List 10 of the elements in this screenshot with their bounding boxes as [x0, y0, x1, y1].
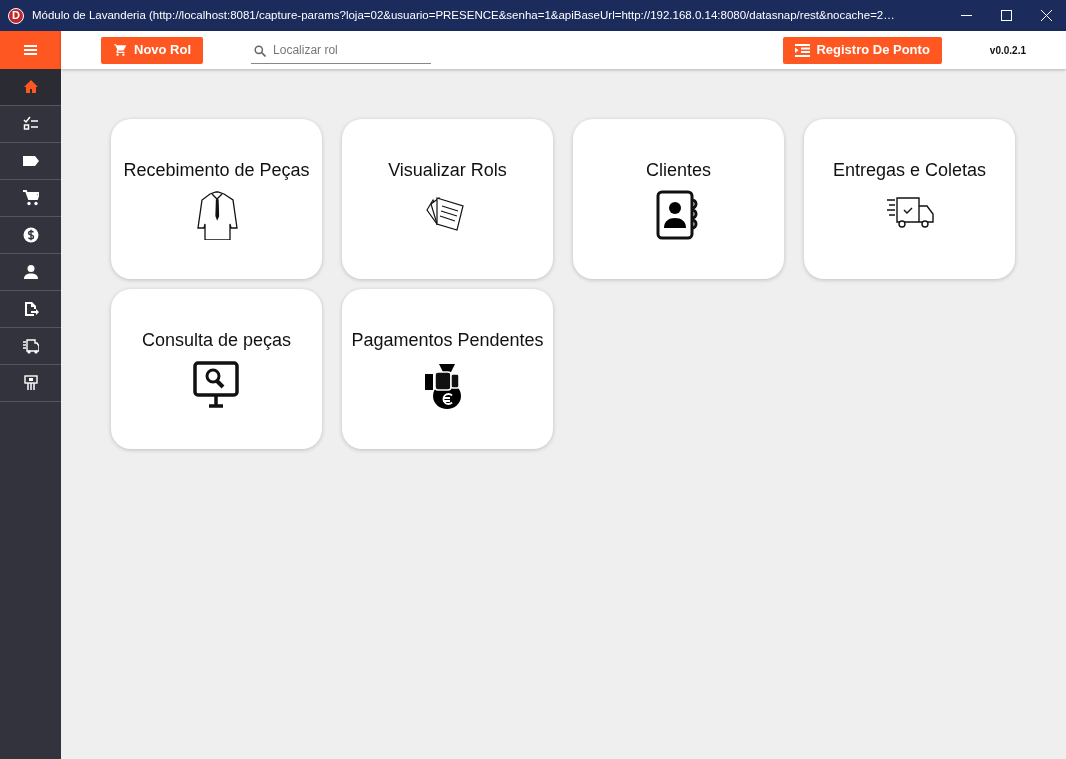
search-field[interactable]: Localizar rol	[251, 36, 432, 64]
version-label: v0.0.2.1	[989, 43, 1026, 58]
menu-tile[interactable]: Entregas e Coletas	[804, 119, 1015, 279]
menu-tile[interactable]: Pagamentos Pendentes	[342, 289, 553, 449]
menu-tile[interactable]: Recebimento de Peças	[111, 119, 322, 279]
menu-tile[interactable]: Consulta de peças	[111, 289, 322, 449]
window-title: Módulo de Lavanderia (http://localhost:8081/capture-params?loja=02&usuario=PRESENCE&senha=1&apiBaseUrl=http://192.168.0.14:8080/datasnap/rest&nocache=2…	[32, 7, 896, 23]
menu-tile[interactable]: Visualizar Rols	[342, 119, 553, 279]
app-logo: D	[8, 7, 24, 24]
menu-tile[interactable]: Clientes	[573, 119, 784, 279]
